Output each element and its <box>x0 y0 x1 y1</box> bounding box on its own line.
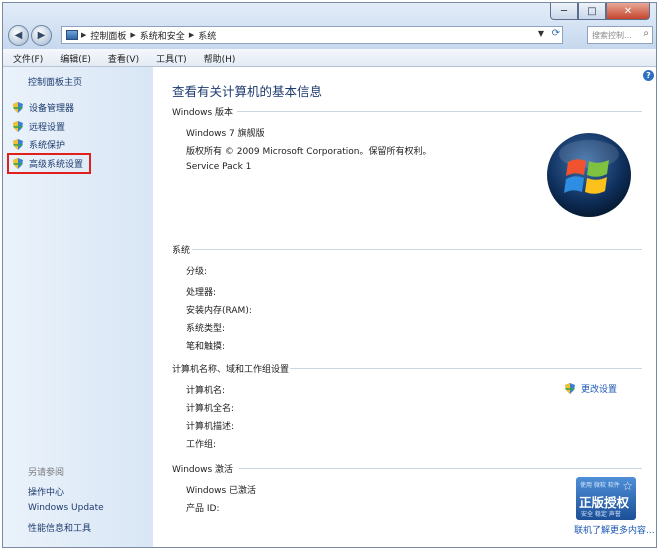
sidebar-item-system-protection[interactable]: 系统保护 <box>13 138 65 151</box>
section-title-system: 系统 <box>172 246 191 256</box>
product-id-label: 产品 ID: <box>186 504 220 514</box>
menu-bar: 文件(F) 编辑(E) 查看(V) 工具(T) 帮助(H) <box>3 49 656 67</box>
computer-name-label: 计算机名: <box>186 386 226 396</box>
sidebar-item-label: 设备管理器 <box>29 104 75 114</box>
divider <box>239 468 642 469</box>
back-button[interactable]: ◀ <box>8 25 29 46</box>
workgroup-label: 工作组: <box>186 440 217 450</box>
full-computer-name-label: 计算机全名: <box>186 404 235 414</box>
window-controls: ─ □ ✕ <box>550 3 650 20</box>
title-bar: ─ □ ✕ ◀ ▶ ▶ 控制面板 ▶ 系统和安全 ▶ 系统 ▼ ⟳ 搜索控制..… <box>3 3 656 49</box>
see-also-heading: 另请参阅 <box>28 468 65 478</box>
uac-shield-icon <box>13 139 23 150</box>
copyright: 版权所有 © 2009 Microsoft Corporation。保留所有权利… <box>186 147 432 157</box>
change-settings-link[interactable]: 更改设置 <box>565 382 617 395</box>
service-pack: Service Pack 1 <box>186 162 252 172</box>
windows-logo-icon <box>547 133 631 217</box>
search-input[interactable]: 搜索控制... <box>592 30 632 41</box>
breadcrumb-system-security[interactable]: 系统和安全 <box>136 29 189 42</box>
genuine-badge[interactable]: 使用 微软 软件 ☆ 正版授权 安全 稳定 声誉 <box>576 477 636 520</box>
close-button[interactable]: ✕ <box>606 3 650 20</box>
maximize-button[interactable]: □ <box>578 3 606 20</box>
ram-label: 安装内存(RAM): <box>186 306 252 316</box>
rating-label: 分级: <box>186 267 208 277</box>
change-settings-label: 更改设置 <box>581 385 618 395</box>
sidebar-item-remote-settings[interactable]: 远程设置 <box>13 120 65 133</box>
section-title-activation: Windows 激活 <box>172 465 234 475</box>
sidebar-item-label: 系统保护 <box>29 141 66 151</box>
uac-shield-icon <box>13 121 23 132</box>
menu-view[interactable]: 查看(V) <box>98 49 146 66</box>
menu-tools[interactable]: 工具(T) <box>146 49 194 66</box>
computer-description-label: 计算机描述: <box>186 422 235 432</box>
system-type-label: 系统类型: <box>186 324 226 334</box>
page-title: 查看有关计算机的基本信息 <box>172 84 323 99</box>
divider <box>237 111 642 112</box>
os-edition: Windows 7 旗舰版 <box>186 129 265 139</box>
badge-bottom-text: 安全 稳定 声誉 <box>581 511 621 518</box>
pen-touch-label: 笔和触摸: <box>186 342 226 352</box>
window: ─ □ ✕ ◀ ▶ ▶ 控制面板 ▶ 系统和安全 ▶ 系统 ▼ ⟳ 搜索控制..… <box>2 2 657 548</box>
minimize-button[interactable]: ─ <box>550 3 578 20</box>
main-content: ? 查看有关计算机的基本信息 Windows 版本 Windows 7 旗舰版 … <box>153 67 656 547</box>
search-icon[interactable]: ⌕ <box>643 28 649 39</box>
see-also-performance-tools[interactable]: 性能信息和工具 <box>28 521 91 534</box>
menu-help[interactable]: 帮助(H) <box>194 49 243 66</box>
forward-button[interactable]: ▶ <box>31 25 52 46</box>
divider <box>290 368 642 369</box>
divider <box>192 249 642 250</box>
activation-status: Windows 已激活 <box>186 486 257 496</box>
control-panel-home-link[interactable]: 控制面板主页 <box>28 75 82 88</box>
breadcrumb-control-panel[interactable]: 控制面板 <box>86 29 130 42</box>
control-panel-icon <box>66 30 78 40</box>
help-icon[interactable]: ? <box>643 70 654 81</box>
uac-shield-icon <box>565 383 575 394</box>
section-title-edition: Windows 版本 <box>172 108 234 118</box>
learn-more-link[interactable]: 联机了解更多内容... <box>574 523 655 536</box>
see-also-action-center[interactable]: 操作中心 <box>28 485 64 498</box>
sidebar-item-label: 远程设置 <box>29 123 66 133</box>
menu-file[interactable]: 文件(F) <box>3 49 50 66</box>
search-box[interactable]: 搜索控制... ⌕ <box>587 26 653 44</box>
star-icon: ☆ <box>622 479 633 493</box>
uac-shield-icon <box>13 102 23 113</box>
menu-edit[interactable]: 编辑(E) <box>50 49 98 66</box>
address-dropdown-icon[interactable]: ▼ <box>538 29 544 38</box>
sidebar-item-device-manager[interactable]: 设备管理器 <box>13 101 74 114</box>
breadcrumb-system[interactable]: 系统 <box>194 29 220 42</box>
section-title-computer-name: 计算机名称、域和工作组设置 <box>172 365 290 375</box>
sidebar: 控制面板主页 设备管理器 远程设置 系统保护 高级系统设置 另请参阅 操作中心 … <box>3 67 153 547</box>
see-also-windows-update[interactable]: Windows Update <box>28 503 104 513</box>
highlight-box <box>7 153 91 174</box>
refresh-icon[interactable]: ⟳ <box>552 28 560 39</box>
badge-top-text: 使用 微软 软件 <box>580 482 620 489</box>
address-bar[interactable]: ▶ 控制面板 ▶ 系统和安全 ▶ 系统 ▼ ⟳ <box>61 26 563 44</box>
processor-label: 处理器: <box>186 288 217 298</box>
